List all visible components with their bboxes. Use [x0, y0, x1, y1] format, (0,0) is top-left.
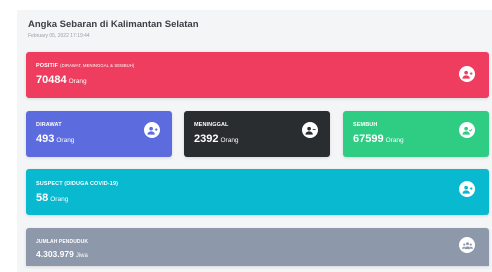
- card-suspect-value: 58: [36, 192, 49, 204]
- card-suspect-label: SUSPECT (DIDUGA COVID-19): [36, 181, 119, 187]
- card-suspect: SUSPECT (DIDUGA COVID-19) 58 Orang: [26, 169, 489, 215]
- card-meninggal-value-row: 2392 Orang: [194, 133, 239, 145]
- card-meninggal-label: MENINGGAL: [194, 122, 229, 128]
- card-dirawat: DIRAWAT 493 Orang: [26, 111, 172, 157]
- card-positif-value-row: 70484 Orang: [36, 74, 87, 86]
- page-title: Angka Sebaran di Kalimantan Selatan: [28, 19, 199, 30]
- card-suspect-unit: Orang: [50, 196, 69, 203]
- card-dirawat-label: DIRAWAT: [36, 122, 62, 128]
- card-dirawat-unit: Orang: [56, 137, 75, 144]
- user-check-icon: [459, 122, 475, 138]
- card-dirawat-value-row: 493 Orang: [36, 133, 74, 145]
- card-positif-title: POSITIF: [36, 63, 59, 69]
- users-icon: [459, 237, 475, 253]
- card-sembuh-value-row: 67599 Orang: [353, 133, 404, 145]
- card-positif-unit: Orang: [68, 78, 87, 85]
- card-dirawat-value: 493: [36, 133, 55, 145]
- card-suspect-value-row: 58 Orang: [36, 192, 68, 204]
- user-minus-icon: [302, 122, 318, 138]
- last-updated-timestamp: February 05, 2022 17:19:44: [28, 33, 90, 39]
- card-positif-label: POSITIF (DIRAWAT, MENINGGAL & SEMBUH): [36, 63, 134, 69]
- card-jumlah-penduduk: JUMLAH PENDUDUK 4.303.979 Jiwa: [26, 228, 489, 266]
- card-positif-sublabel: (DIRAWAT, MENINGGAL & SEMBUH): [60, 63, 135, 68]
- card-sembuh: SEMBUH 67599 Orang: [343, 111, 489, 157]
- user-plus-icon: [459, 66, 475, 82]
- card-meninggal: MENINGGAL 2392 Orang: [184, 111, 330, 157]
- card-meninggal-value: 2392: [194, 133, 219, 145]
- user-plus-icon: [144, 122, 160, 138]
- card-penduduk-value: 4.303.979: [36, 249, 74, 259]
- card-penduduk-label: JUMLAH PENDUDUK: [36, 239, 89, 245]
- card-sembuh-value: 67599: [353, 133, 384, 145]
- card-penduduk-value-row: 4.303.979 Jiwa: [36, 249, 88, 259]
- card-penduduk-unit: Jiwa: [75, 253, 88, 259]
- card-sembuh-label: SEMBUH: [353, 122, 378, 128]
- card-meninggal-unit: Orang: [220, 137, 239, 144]
- card-positif-value: 70484: [36, 74, 67, 86]
- user-plus-icon: [459, 181, 475, 197]
- card-sembuh-unit: Orang: [385, 137, 404, 144]
- card-positif: POSITIF (DIRAWAT, MENINGGAL & SEMBUH) 704…: [26, 52, 489, 98]
